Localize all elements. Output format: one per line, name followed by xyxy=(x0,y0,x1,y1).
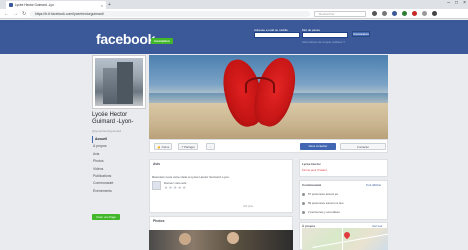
minimize-button[interactable]: – xyxy=(447,0,450,6)
nav-item-community[interactable]: Communauté xyxy=(92,180,146,187)
new-tab-button[interactable]: + xyxy=(108,2,111,8)
photos-title: Photos xyxy=(153,219,165,223)
nav-item-about[interactable]: À propos xyxy=(92,143,146,150)
nav-item-photos[interactable]: Photos xyxy=(92,158,146,165)
menu-icon[interactable] xyxy=(432,11,437,16)
share-label: Partager xyxy=(184,145,195,149)
forward-icon[interactable]: → xyxy=(13,11,18,17)
share-button[interactable]: ↗ Partager xyxy=(178,143,198,150)
page-handle[interactable]: @lyceehectorguimard xyxy=(92,129,121,133)
checkin-icon xyxy=(302,210,305,214)
like-icon xyxy=(302,192,305,196)
profile-image xyxy=(95,58,143,106)
map-pin-icon xyxy=(342,230,352,240)
facebook-favicon-icon xyxy=(9,3,13,7)
nav-item-home[interactable]: Accueil xyxy=(92,136,146,144)
review-prompt[interactable]: Racontez-nous votre visite à Lycée Hecto… xyxy=(152,175,230,179)
page-nav: Accueil À propos Avis Photos Vidéos Publ… xyxy=(92,136,146,195)
follow-icon xyxy=(302,201,305,205)
signup-button[interactable]: Inscription xyxy=(151,38,173,44)
extension-icons xyxy=(372,11,437,16)
close-window-button[interactable]: × xyxy=(463,0,466,6)
password-field[interactable] xyxy=(302,32,348,38)
maximize-button[interactable]: □ xyxy=(455,0,458,6)
address-bar: ← → ↻ https://fr-fr.facebook.com/lyceehe… xyxy=(0,9,468,19)
window-controls: – □ × xyxy=(447,0,466,6)
tab-close-icon[interactable]: × xyxy=(101,3,103,8)
more-button[interactable]: ··· xyxy=(206,143,215,150)
reviews-title: Avis xyxy=(153,162,161,166)
browser-search-input[interactable]: Rechercher xyxy=(314,11,366,17)
extension-icon[interactable] xyxy=(382,11,387,16)
contact-us-button[interactable]: Nous contacter xyxy=(300,143,336,150)
url-input[interactable]: https://fr-fr.facebook.com/lyceehectorgu… xyxy=(30,11,310,17)
nav-item-reviews[interactable]: Avis xyxy=(92,151,146,158)
message-button[interactable]: Contacter xyxy=(340,143,386,150)
stat-likes: 57 personnes aiment ça xyxy=(302,192,338,196)
extension-icon[interactable] xyxy=(372,11,377,16)
nav-item-videos[interactable]: Vidéos xyxy=(92,166,146,173)
stat-follows-text: 59 personnes suivent ce lieu xyxy=(308,201,344,205)
avatar xyxy=(152,181,161,190)
community-title: Communauté xyxy=(302,183,322,187)
login-button[interactable]: Connexion xyxy=(352,31,370,37)
profile-picture[interactable] xyxy=(92,55,146,109)
extension-icon[interactable] xyxy=(422,11,427,16)
back-icon[interactable]: ← xyxy=(4,11,9,17)
create-page-button[interactable]: Créer une Page xyxy=(92,214,120,220)
page-name[interactable]: Lycée Hector Guimard -Lyon- xyxy=(92,112,148,126)
like-button[interactable]: 👍 J'aime xyxy=(154,143,173,150)
reload-icon[interactable]: ↻ xyxy=(22,11,26,17)
stat-likes-text: 57 personnes aiment ça xyxy=(308,192,338,196)
browser-tab-bar: Lycée Hector Guimard -Lyo × + – □ × xyxy=(0,0,468,9)
stat-checkins: 2 personnes y sont allées xyxy=(302,210,340,214)
like-label: J'aime xyxy=(161,145,170,149)
nav-item-posts[interactable]: Publications xyxy=(92,173,146,180)
review-row: Donnez votre avis ★★★★★ xyxy=(152,181,187,191)
stat-checkins-text: 2 personnes y sont allées xyxy=(308,210,340,214)
community-see-all-link[interactable]: Tout afficher xyxy=(366,183,381,187)
forgot-account-link[interactable]: Informations de compte oubliées ? xyxy=(302,40,345,44)
see-more-link[interactable]: Voir plus xyxy=(243,205,253,208)
open-status: Fermé pour l'instant xyxy=(302,168,327,172)
email-field[interactable] xyxy=(254,32,300,38)
facebook-header: facebook Inscription Adresse e-mail ou m… xyxy=(0,20,468,54)
browser-tab[interactable]: Lycée Hector Guimard -Lyo × xyxy=(6,1,106,9)
stat-follows: 59 personnes suivent ce lieu xyxy=(302,201,343,205)
photo-thumbnail[interactable] xyxy=(149,230,293,250)
location-map[interactable] xyxy=(302,228,388,250)
extension-icon[interactable] xyxy=(392,11,397,16)
extension-icon[interactable] xyxy=(402,11,407,16)
extension-icon[interactable] xyxy=(412,11,417,16)
rating-stars[interactable]: ★★★★★ xyxy=(164,185,187,191)
facebook-logo[interactable]: facebook xyxy=(96,31,155,47)
cover-photo[interactable] xyxy=(149,55,388,139)
info-page-name: Lycée Hector xyxy=(302,162,321,166)
nav-item-events[interactable]: Événements xyxy=(92,188,146,195)
tab-title: Lycée Hector Guimard -Lyo xyxy=(15,3,54,7)
